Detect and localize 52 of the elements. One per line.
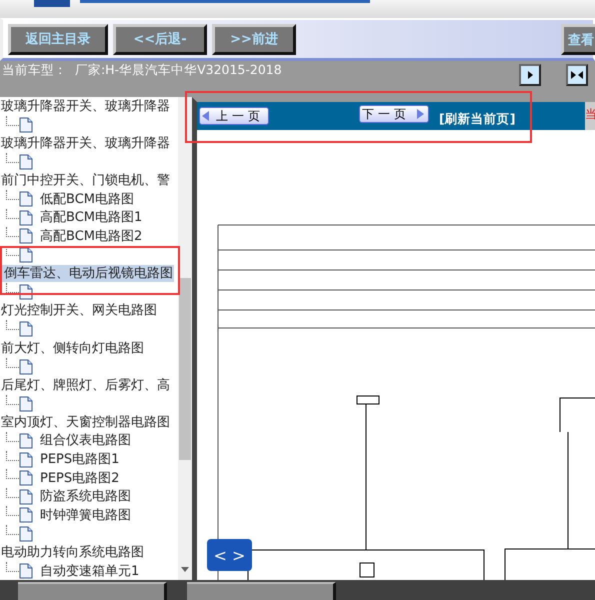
tree-folder-item[interactable]: 电动助力转向系统电路图 [0,544,145,562]
refresh-page-link[interactable]: [刷新当前页] [439,111,516,128]
bottom-button[interactable] [18,582,167,600]
tree-folder-item[interactable]: 灯光控制开关、网关电路图 [0,302,158,320]
current-model-text: 当前车型： 厂家:H-华晨汽车中华V32015-2018 [2,62,282,79]
document-icon [19,247,33,264]
tree-page-item[interactable]: 高配BCM电路图1 [39,209,144,226]
prev-next-button[interactable]: < > [207,539,252,571]
tree-folder-item[interactable]: 前门中控开关、门锁电机、警 [0,172,171,190]
document-icon [19,321,33,338]
tree-page-item[interactable]: PEPS电路图1 [39,451,120,468]
logo-icon [34,0,70,7]
tree-folder-item[interactable]: 倒车雷达、电动后视镜电路图 [0,265,174,282]
scrollbar-thumb[interactable] [179,278,191,460]
bottom-button[interactable] [187,582,336,600]
document-icon [19,563,33,580]
arrow-icon [525,70,535,80]
document-icon [19,191,33,208]
left-arrow-icon [202,111,210,121]
double-arrow-icon [570,70,584,80]
scrollbar[interactable] [178,97,192,580]
previous-page-button[interactable]: 上一页 [199,107,269,125]
tree-folder-item[interactable]: 前大灯、侧转向灯电路图 [0,340,145,357]
document-icon [19,228,33,244]
document-icon [19,507,33,524]
tree-folder-item[interactable]: 玻璃升降器开关、玻璃升降器 [0,134,171,152]
tree-page-item[interactable]: 高配BCM电路图2 [39,228,144,245]
split-panel-button[interactable] [566,64,588,86]
document-icon [19,452,33,468]
tree-page-item[interactable]: PEPS电路图2 [39,470,120,487]
tree-page-item[interactable]: 自动变速箱单元1 [39,562,140,580]
document-icon [19,210,33,226]
scroll-down-icon[interactable] [181,567,189,572]
tree-folder-item[interactable]: 玻璃升降器开关、玻璃升降器 [0,98,171,115]
side-text: 当 [585,107,595,121]
document-icon [19,396,33,412]
document-icon [19,488,33,505]
tree-page-item[interactable]: 时钟弹簧电路图 [39,506,132,524]
document-icon [19,526,33,542]
document-icon [19,358,33,375]
right-arrow-icon [416,109,424,119]
tree-folder-item[interactable]: 后尾灯、牌照灯、后雾灯、高 [0,376,171,394]
tree-page-item[interactable]: 防盗系统电路图 [39,488,132,506]
document-icon [19,432,33,449]
next-page-button[interactable]: 下一页 [359,105,429,123]
expand-panel-button[interactable] [519,64,541,86]
document-icon [19,470,33,486]
tree-folder-item[interactable]: 室内顶灯、天窗控制器电路图 [0,414,171,431]
document-icon [19,116,33,133]
tree-page-item[interactable]: 组合仪表电路图 [39,432,132,450]
document-icon [19,154,33,170]
tree-page-item[interactable]: 低配BCM电路图 [39,190,135,208]
